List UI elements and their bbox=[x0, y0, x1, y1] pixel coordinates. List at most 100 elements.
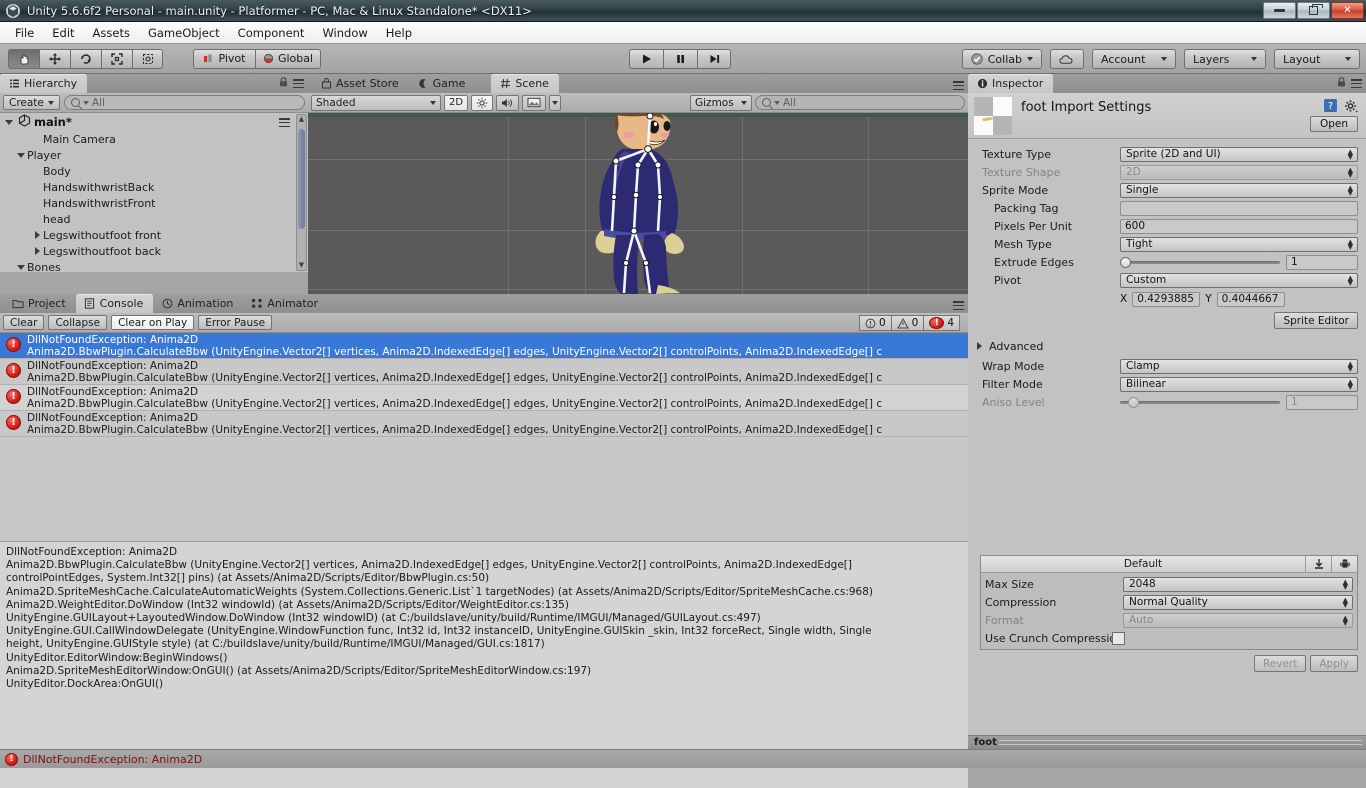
panel-menu-icon[interactable] bbox=[953, 81, 964, 90]
audio-toggle-button[interactable] bbox=[496, 94, 520, 111]
layout-button[interactable]: Layout bbox=[1274, 49, 1360, 69]
close-button[interactable]: ✕ bbox=[1331, 2, 1364, 19]
scroll-down-icon[interactable]: ▼ bbox=[299, 262, 304, 269]
hierarchy-item[interactable]: Bones bbox=[0, 259, 308, 272]
menu-help[interactable]: Help bbox=[377, 24, 421, 42]
hierarchy-item[interactable]: HandswithwristBack bbox=[0, 179, 308, 195]
platform-tab-default[interactable]: Default bbox=[981, 556, 1305, 572]
log-counter[interactable]: 0 bbox=[858, 315, 892, 331]
hand-tool-button[interactable] bbox=[8, 48, 39, 69]
scene-search-input[interactable]: All bbox=[755, 95, 965, 110]
pause-button[interactable] bbox=[663, 49, 697, 69]
pivot-x-input[interactable]: 0.4293885 bbox=[1132, 291, 1201, 307]
slider-knob[interactable] bbox=[1120, 256, 1131, 268]
revert-button[interactable]: Revert bbox=[1253, 655, 1307, 672]
hierarchy-item[interactable]: Legswithoutfoot front bbox=[0, 227, 308, 243]
property-slider[interactable] bbox=[1120, 255, 1280, 270]
stepper-arrows-icon[interactable]: ▲ ▼ bbox=[1343, 614, 1348, 626]
lock-icon[interactable] bbox=[1337, 77, 1346, 90]
property-text-input[interactable] bbox=[1120, 200, 1358, 216]
tab-scene[interactable]: Scene bbox=[491, 74, 559, 93]
sprite-editor-button[interactable]: Sprite Editor bbox=[1274, 312, 1358, 329]
restore-button[interactable] bbox=[1297, 2, 1330, 19]
panel-menu-icon[interactable] bbox=[293, 79, 304, 88]
menu-component[interactable]: Component bbox=[229, 24, 314, 42]
menu-window[interactable]: Window bbox=[313, 24, 376, 42]
global-toggle-button[interactable]: Global bbox=[255, 48, 321, 69]
hierarchy-item[interactable]: head bbox=[0, 211, 308, 227]
shading-mode-dropdown[interactable]: Shaded bbox=[311, 94, 441, 111]
tab-project[interactable]: Project bbox=[4, 294, 76, 313]
stepper-arrows-icon[interactable]: ▲ ▼ bbox=[1343, 578, 1348, 590]
effects-toggle-button[interactable] bbox=[522, 94, 547, 111]
help-book-icon[interactable]: ? bbox=[1323, 98, 1338, 116]
play-button[interactable] bbox=[629, 49, 663, 69]
move-tool-button[interactable] bbox=[39, 48, 70, 69]
tab-animation[interactable]: Animation bbox=[153, 294, 243, 313]
property-slider[interactable] bbox=[1120, 395, 1280, 410]
download-icon[interactable] bbox=[1305, 556, 1331, 572]
open-button[interactable]: Open bbox=[1309, 116, 1358, 132]
panel-menu-icon[interactable] bbox=[953, 301, 964, 310]
clear-on-play-button[interactable]: Clear on Play bbox=[111, 315, 195, 330]
hierarchy-item[interactable]: HandswithwristFront bbox=[0, 195, 308, 211]
menu-file[interactable]: File bbox=[6, 24, 43, 42]
crunch-checkbox[interactable] bbox=[1112, 631, 1125, 645]
step-button[interactable] bbox=[697, 49, 731, 69]
stepper-arrows-icon[interactable]: ▲ ▼ bbox=[1348, 274, 1353, 286]
pivot-y-input[interactable]: 0.4044667 bbox=[1216, 291, 1285, 307]
gear-icon[interactable] bbox=[1344, 99, 1358, 116]
2d-toggle-button[interactable]: 2D bbox=[444, 94, 469, 111]
property-dropdown[interactable]: Sprite (2D and UI) ▲ ▼ bbox=[1120, 146, 1358, 162]
error-counter[interactable]: ! 4 bbox=[924, 315, 960, 331]
scroll-up-icon[interactable]: ▲ bbox=[299, 116, 304, 123]
lighting-toggle-button[interactable] bbox=[471, 94, 494, 111]
collapse-button[interactable]: Collapse bbox=[48, 315, 108, 330]
property-dropdown[interactable]: Bilinear ▲ ▼ bbox=[1120, 376, 1358, 392]
property-dropdown[interactable]: Custom ▲ ▼ bbox=[1120, 272, 1358, 288]
gizmos-dropdown[interactable]: Gizmos bbox=[690, 94, 752, 111]
property-dropdown[interactable]: Auto ▲ ▼ bbox=[1123, 612, 1353, 628]
slider-value-input[interactable]: 1 bbox=[1286, 254, 1358, 270]
menu-edit[interactable]: Edit bbox=[43, 24, 83, 42]
menu-assets[interactable]: Assets bbox=[84, 24, 139, 42]
property-dropdown[interactable]: 2D ▲ ▼ bbox=[1120, 164, 1358, 180]
property-dropdown[interactable]: Single ▲ ▼ bbox=[1120, 182, 1358, 198]
error-pause-button[interactable]: Error Pause bbox=[198, 315, 273, 330]
stepper-arrows-icon[interactable]: ▲ ▼ bbox=[1348, 184, 1353, 196]
hierarchy-item[interactable]: Player bbox=[0, 147, 308, 163]
android-icon[interactable] bbox=[1331, 556, 1357, 572]
create-button[interactable]: Create bbox=[3, 95, 60, 110]
status-bar[interactable]: ! DllNotFoundException: Anima2D bbox=[0, 749, 1366, 768]
apply-button[interactable]: Apply bbox=[1310, 655, 1358, 672]
chevron-down-icon[interactable] bbox=[4, 117, 15, 128]
chevron-down-icon[interactable] bbox=[16, 262, 27, 273]
console-log-entry[interactable]: ! DllNotFoundException: Anima2D Anima2D.Bb… bbox=[0, 385, 968, 411]
layers-button[interactable]: Layers bbox=[1184, 49, 1266, 69]
stepper-arrows-icon[interactable]: ▲ ▼ bbox=[1348, 360, 1353, 372]
clear-button[interactable]: Clear bbox=[3, 315, 45, 330]
cloud-button[interactable] bbox=[1050, 49, 1084, 69]
hierarchy-item[interactable]: Legswithoutfoot back bbox=[0, 243, 308, 259]
property-dropdown[interactable]: Normal Quality ▲ ▼ bbox=[1123, 594, 1353, 610]
effects-dropdown[interactable] bbox=[549, 94, 562, 111]
scale-tool-button[interactable] bbox=[101, 48, 132, 69]
lock-icon[interactable] bbox=[279, 77, 288, 90]
console-log-entry[interactable]: ! DllNotFoundException: Anima2D Anima2D.Bb… bbox=[0, 411, 968, 437]
hierarchy-item[interactable]: Body bbox=[0, 163, 308, 179]
property-dropdown[interactable]: Tight ▲ ▼ bbox=[1120, 236, 1358, 252]
advanced-foldout[interactable]: Advanced bbox=[968, 335, 1366, 357]
tab-animator[interactable]: Animator bbox=[243, 294, 328, 313]
property-dropdown[interactable]: 2048 ▲ ▼ bbox=[1123, 576, 1353, 592]
tab-game[interactable]: Game bbox=[409, 74, 476, 93]
property-text-input[interactable]: 600 bbox=[1120, 218, 1358, 234]
stepper-arrows-icon[interactable]: ▲ ▼ bbox=[1348, 238, 1353, 250]
hierarchy-search-input[interactable]: All bbox=[63, 95, 305, 110]
collab-button[interactable]: Collab bbox=[961, 49, 1042, 69]
console-log-entry[interactable]: ! DllNotFoundException: Anima2D Anima2D.Bb… bbox=[0, 333, 968, 359]
chevron-right-icon[interactable] bbox=[32, 246, 43, 257]
tab-asset-store[interactable]: Asset Store bbox=[312, 74, 409, 93]
tab-hierarchy[interactable]: Hierarchy bbox=[0, 74, 88, 93]
scene-canvas[interactable] bbox=[308, 113, 968, 294]
scene-root-row[interactable]: main* bbox=[0, 113, 308, 131]
